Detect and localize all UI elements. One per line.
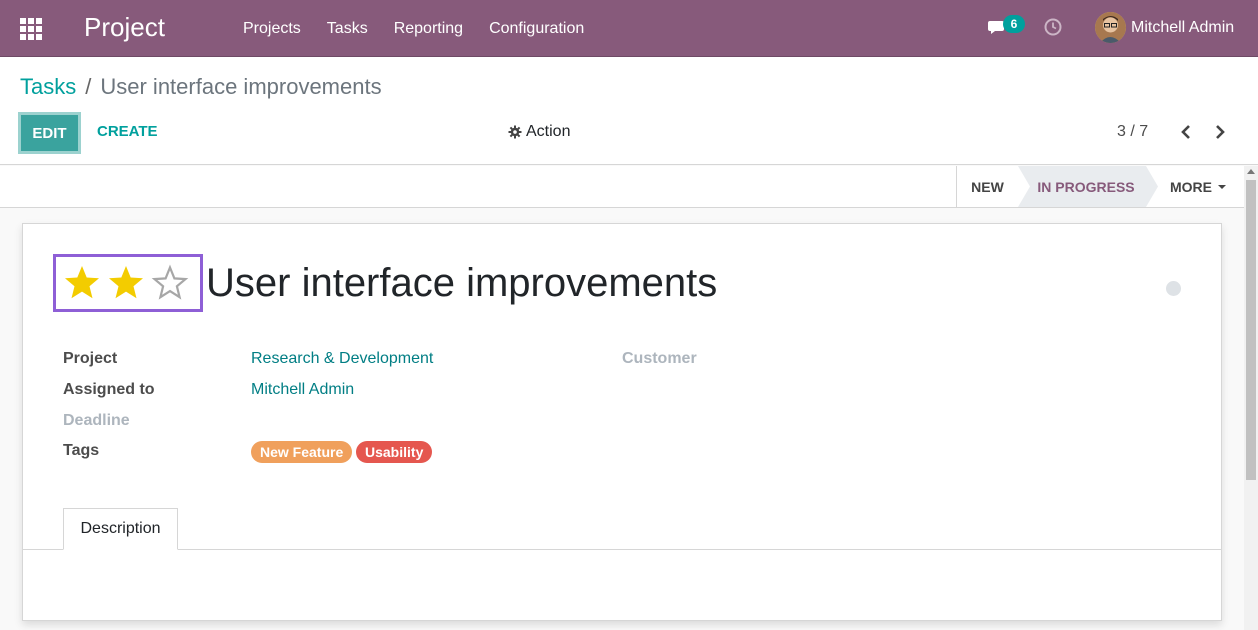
menu-item-configuration[interactable]: Configuration <box>489 20 584 38</box>
deadline-label: Deadline <box>63 412 130 429</box>
task-title: User interface improvements <box>206 261 718 305</box>
user-avatar[interactable] <box>1095 12 1126 43</box>
pager-value[interactable]: 3 / 7 <box>1117 123 1148 141</box>
star-empty-icon[interactable] <box>150 263 190 303</box>
priority-widget[interactable] <box>53 254 203 312</box>
top-navbar: Project Projects Tasks Reporting Configu… <box>0 0 1258 57</box>
menu-item-projects[interactable]: Projects <box>243 20 301 38</box>
chevron-right-icon[interactable] <box>1212 123 1228 141</box>
scroll-thumb[interactable] <box>1246 180 1256 480</box>
caret-down-icon <box>1218 184 1226 189</box>
user-menu[interactable]: Mitchell Admin <box>1131 19 1234 37</box>
action-dropdown[interactable]: Action <box>508 123 570 141</box>
project-label: Project <box>63 350 118 367</box>
breadcrumb: Tasks / User interface improvements <box>20 74 382 100</box>
tabs-divider <box>23 549 1221 550</box>
breadcrumb-tasks-link[interactable]: Tasks <box>20 74 76 100</box>
clock-icon[interactable] <box>1044 18 1062 36</box>
menu-item-tasks[interactable]: Tasks <box>327 20 368 38</box>
breadcrumb-separator: / <box>85 74 92 99</box>
stage-more-dropdown[interactable]: MORE <box>1170 166 1230 207</box>
stage-new-button[interactable]: NEW <box>956 166 1018 207</box>
vertical-scrollbar[interactable] <box>1244 166 1258 630</box>
control-panel: Tasks / User interface improvements EDIT… <box>0 57 1258 165</box>
chevron-left-icon[interactable] <box>1178 123 1194 141</box>
status-bar: NEW IN PROGRESS MORE <box>0 166 1244 208</box>
tags-label: Tags <box>63 442 100 459</box>
tag-usability[interactable]: Usability <box>356 441 433 463</box>
menu-item-reporting[interactable]: Reporting <box>394 20 463 38</box>
stage-in-progress-button[interactable]: IN PROGRESS <box>1018 166 1158 207</box>
form-sheet: User interface improvements Project Rese… <box>22 223 1222 621</box>
star-filled-icon[interactable] <box>106 263 146 303</box>
stage-more-label: MORE <box>1170 178 1212 195</box>
breadcrumb-current: User interface improvements <box>100 74 382 99</box>
customer-label: Customer <box>622 350 697 367</box>
messages-badge: 6 <box>1003 15 1025 33</box>
apps-grid-icon[interactable] <box>20 18 42 40</box>
create-button[interactable]: CREATE <box>97 123 158 140</box>
project-value-link[interactable]: Research & Development <box>251 350 433 368</box>
action-label: Action <box>526 123 571 140</box>
kanban-state-indicator[interactable] <box>1166 281 1181 296</box>
star-filled-icon[interactable] <box>62 263 102 303</box>
gear-icon <box>508 125 522 139</box>
edit-button[interactable]: EDIT <box>18 112 81 154</box>
assigned-to-label: Assigned to <box>63 381 155 398</box>
assigned-to-value-link[interactable]: Mitchell Admin <box>251 381 354 399</box>
app-brand[interactable]: Project <box>84 12 165 43</box>
scroll-up-arrow[interactable] <box>1247 169 1255 174</box>
tag-new-feature[interactable]: New Feature <box>251 441 353 463</box>
tab-description[interactable]: Description <box>63 508 178 550</box>
main-menu: Projects Tasks Reporting Configuration <box>243 0 610 57</box>
